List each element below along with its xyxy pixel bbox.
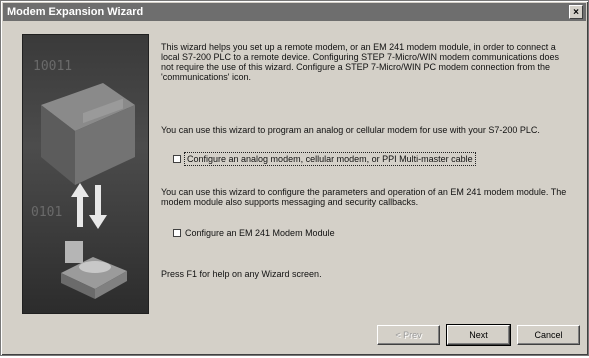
em241-label: Configure an EM 241 Modem Module xyxy=(185,228,335,238)
prev-button[interactable]: < Prev xyxy=(377,325,440,345)
cancel-button[interactable]: Cancel xyxy=(517,325,580,345)
up-arrow-icon xyxy=(71,183,89,227)
analog-modem-checkbox[interactable] xyxy=(173,155,181,163)
close-icon: × xyxy=(573,7,579,18)
option-em241-module[interactable]: Configure an EM 241 Modem Module xyxy=(173,227,335,239)
plc-modem-illustration xyxy=(41,83,135,299)
analog-modem-label: Configure an analog modem, cellular mode… xyxy=(184,152,476,166)
em241-description: You can use this wizard to configure the… xyxy=(161,187,567,207)
close-button[interactable]: × xyxy=(569,5,583,19)
em241-checkbox[interactable] xyxy=(173,229,181,237)
next-button[interactable]: Next xyxy=(446,324,511,346)
help-text: Press F1 for help on any Wizard screen. xyxy=(161,269,322,279)
intro-text: This wizard helps you set up a remote mo… xyxy=(161,42,560,82)
wizard-illustration: 10011 0101 xyxy=(22,34,149,314)
option-analog-modem[interactable]: Configure an analog modem, cellular mode… xyxy=(173,152,476,166)
down-arrow-icon xyxy=(89,185,107,229)
title-bar: Modem Expansion Wizard × xyxy=(3,3,586,21)
analog-description: You can use this wizard to program an an… xyxy=(161,125,540,135)
window-title: Modem Expansion Wizard xyxy=(7,6,144,18)
wizard-window: Modem Expansion Wizard × 10011 0101 This… xyxy=(0,0,589,356)
